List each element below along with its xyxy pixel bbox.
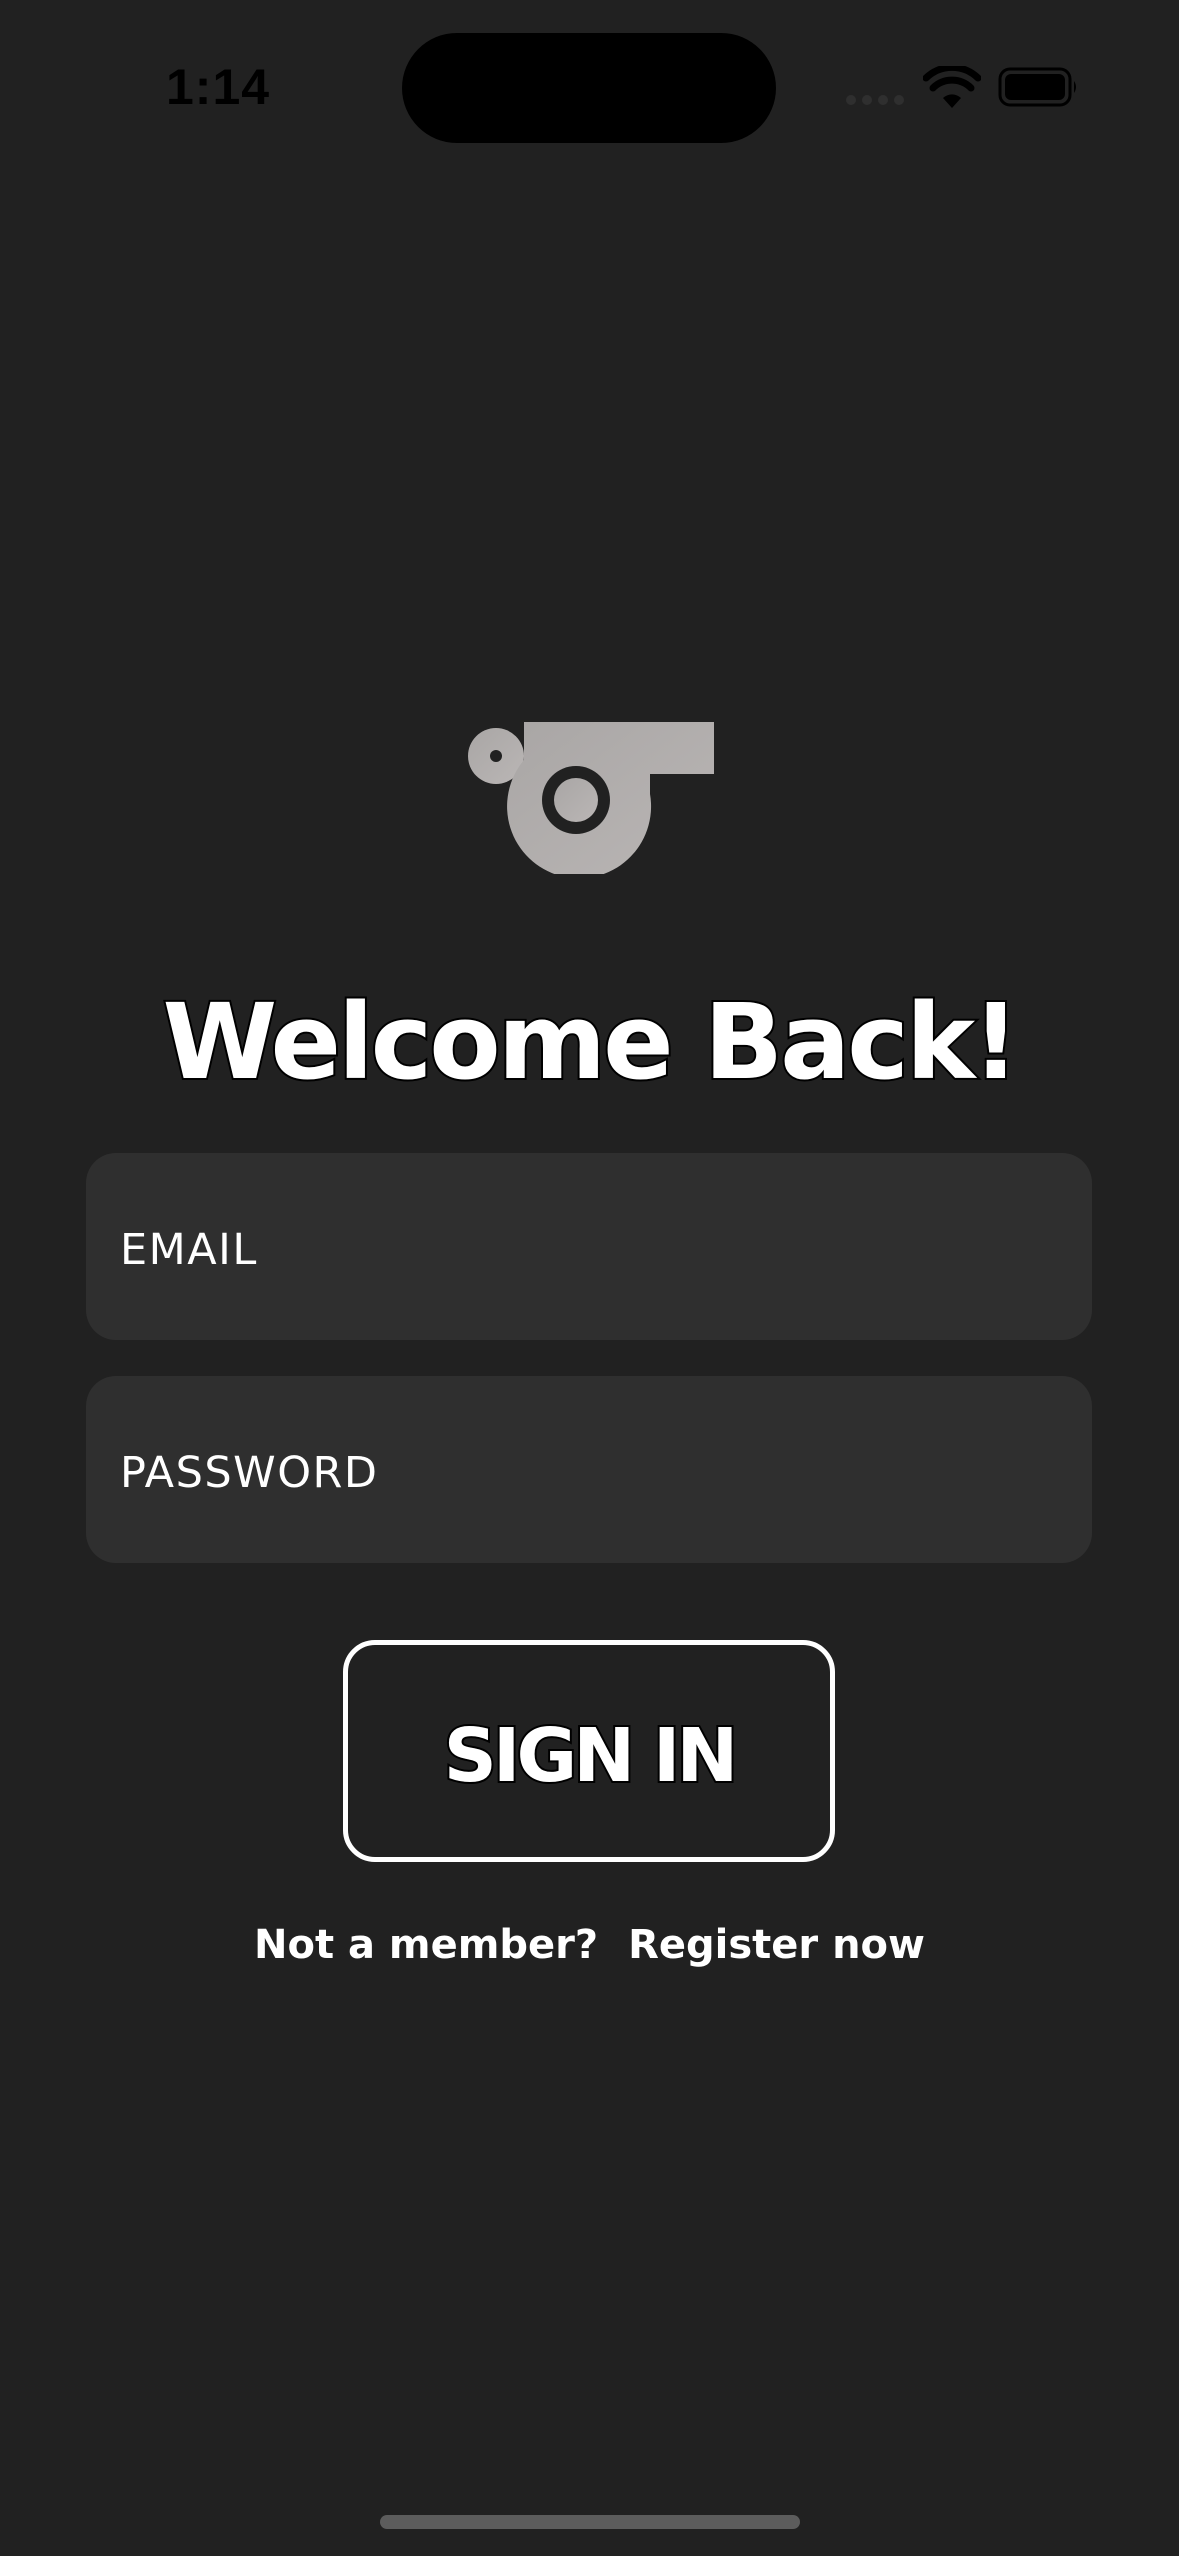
email-placeholder: EMAIL — [120, 1224, 258, 1275]
status-time: 1:14 — [166, 59, 271, 115]
not-a-member-text: Not a member? — [253, 1922, 599, 1968]
register-row: Not a member? Register now — [0, 1922, 1179, 1968]
register-now-link[interactable]: Register now — [628, 1922, 925, 1968]
dynamic-island — [402, 33, 776, 143]
sign-in-label-svg: SIGN IN — [442, 1711, 741, 1801]
sign-in-button[interactable]: SIGN IN — [343, 1640, 835, 1862]
welcome-title: Welcome Back! — [160, 979, 1021, 1105]
welcome-title-text: Welcome Back! — [162, 981, 1016, 1103]
cellular-signal-icon — [846, 95, 904, 105]
password-field[interactable]: PASSWORD — [86, 1376, 1092, 1563]
password-placeholder: PASSWORD — [120, 1447, 379, 1498]
battery-icon — [998, 67, 1076, 107]
home-indicator[interactable] — [380, 2515, 800, 2529]
email-field[interactable]: EMAIL — [86, 1153, 1092, 1340]
sign-in-label: SIGN IN — [444, 1713, 735, 1799]
whistle-icon — [468, 722, 714, 874]
wifi-icon — [923, 66, 981, 108]
